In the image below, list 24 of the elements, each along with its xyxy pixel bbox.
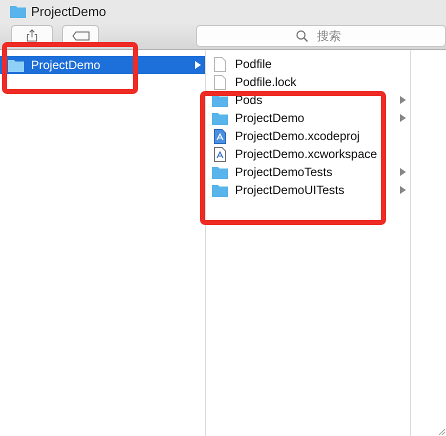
folder-icon [212,112,228,124]
file-row[interactable]: ProjectDemo [206,109,410,127]
share-icon [26,29,38,42]
folder-icon [10,4,26,18]
folder-icon [8,58,24,72]
file-row[interactable]: Pods [206,91,410,109]
tag-icon [72,30,90,40]
file-row[interactable]: Podfile.lock [206,73,410,91]
search-field[interactable]: 搜索 [196,24,446,46]
window-title: ProjectDemo [31,4,106,18]
search-icon [296,30,308,42]
document-icon [212,74,228,90]
file-row[interactable]: ProjectDemo.xcworkspace [206,145,410,163]
file-row[interactable]: ProjectDemo [0,56,205,74]
file-row[interactable]: Podfile [206,55,410,73]
folder-icon [212,184,228,196]
folder-icon [212,166,228,178]
file-row[interactable]: ProjectDemo.xcodeproj [206,127,410,145]
blueprint-document-icon [212,128,228,144]
resize-grip-icon [439,429,445,435]
document-icon [212,56,228,72]
file-row[interactable]: ProjectDemoUITests [206,181,410,199]
file-row[interactable]: ProjectDemoTests [206,163,410,181]
workspace-document-icon [212,146,228,162]
